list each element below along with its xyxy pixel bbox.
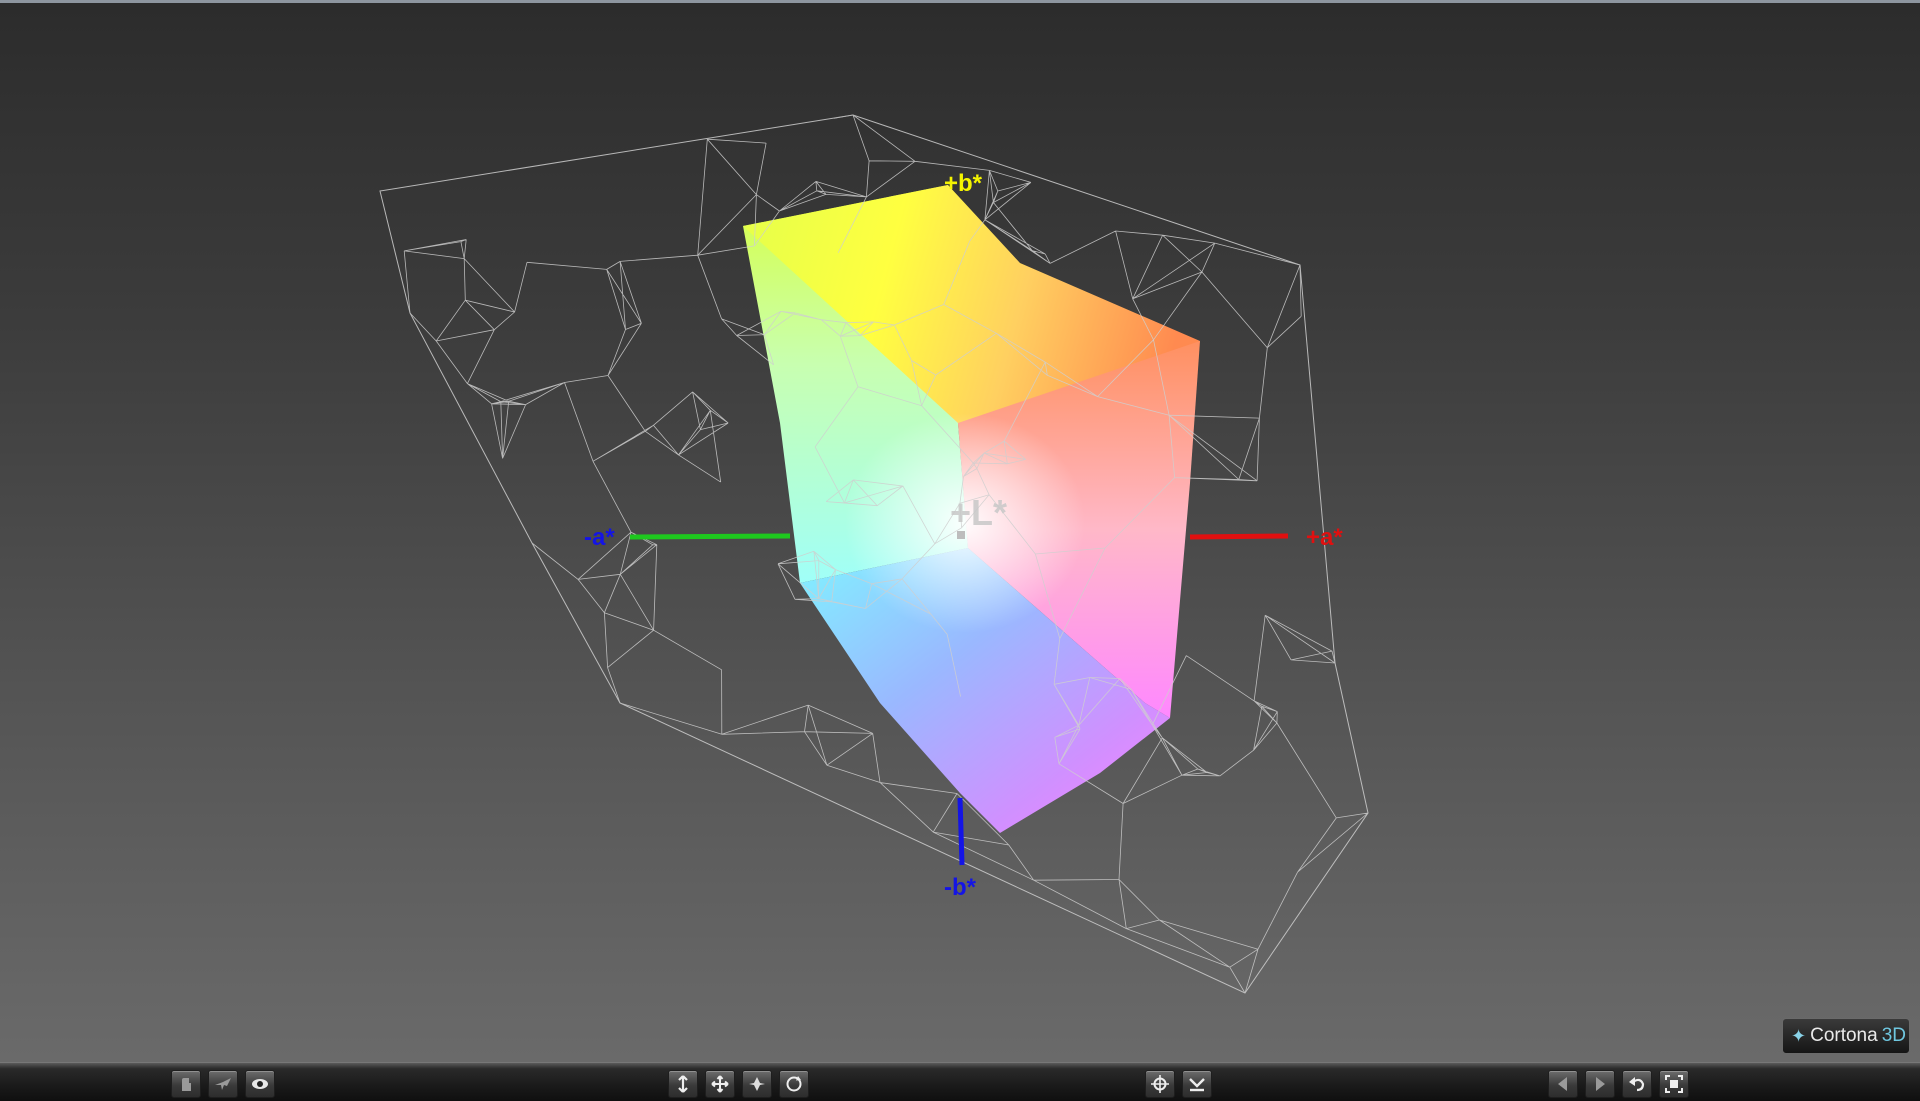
next-viewpoint-button[interactable]: [1585, 1070, 1615, 1098]
minus-b-label: -b*: [944, 874, 977, 901]
cortona3d-logo[interactable]: ✦ Cortona 3D: [1782, 1018, 1910, 1054]
undo-icon: [1629, 1077, 1645, 1092]
minus-a-label: -a*: [584, 524, 615, 551]
navigation-toolbar: [0, 1062, 1920, 1101]
previous-icon: [1558, 1077, 1567, 1091]
fly-icon: [215, 1078, 231, 1090]
gamut-scene[interactable]: +b* -b* +a* -a* +L*: [0, 3, 1920, 1065]
goto-button[interactable]: [1145, 1070, 1175, 1098]
plus-b-label: +b*: [944, 170, 983, 197]
logo-suffix: 3D: [1881, 1025, 1906, 1046]
next-icon: [1596, 1077, 1605, 1091]
a-plus-axis: [1189, 533, 1289, 540]
align-button[interactable]: [1182, 1070, 1212, 1098]
walk-icon: [678, 1075, 688, 1093]
restore-button[interactable]: [1622, 1070, 1652, 1098]
pointer-button[interactable]: [171, 1070, 201, 1098]
plane-icon: [749, 1077, 765, 1091]
rotate-icon: [786, 1076, 802, 1092]
fit-icon: [1665, 1075, 1683, 1093]
plane-button[interactable]: [742, 1070, 772, 1098]
cortona-star-icon: ✦: [1791, 1025, 1807, 1046]
rotate-button[interactable]: [779, 1070, 809, 1098]
eye-icon: [252, 1079, 268, 1089]
align-icon: [1189, 1078, 1205, 1092]
fly-button[interactable]: [208, 1070, 238, 1098]
3d-viewport[interactable]: +b* -b* +a* -a* +L* ✦ Cortona 3D: [0, 0, 1920, 1062]
fit-button[interactable]: [1659, 1070, 1689, 1098]
examine-button[interactable]: [245, 1070, 275, 1098]
pan-icon: [711, 1075, 729, 1093]
a-minus-axis: [629, 533, 791, 540]
pan-button[interactable]: [705, 1070, 735, 1098]
pointer-icon: [182, 1078, 191, 1091]
previous-viewpoint-button[interactable]: [1548, 1070, 1578, 1098]
target-icon: [1151, 1075, 1169, 1093]
logo-brand: Cortona: [1810, 1025, 1878, 1046]
walk-button[interactable]: [668, 1070, 698, 1098]
b-minus-axis: [957, 797, 965, 866]
plus-a-label: +a*: [1306, 524, 1343, 551]
plus-l-label: +L*: [950, 492, 1007, 533]
